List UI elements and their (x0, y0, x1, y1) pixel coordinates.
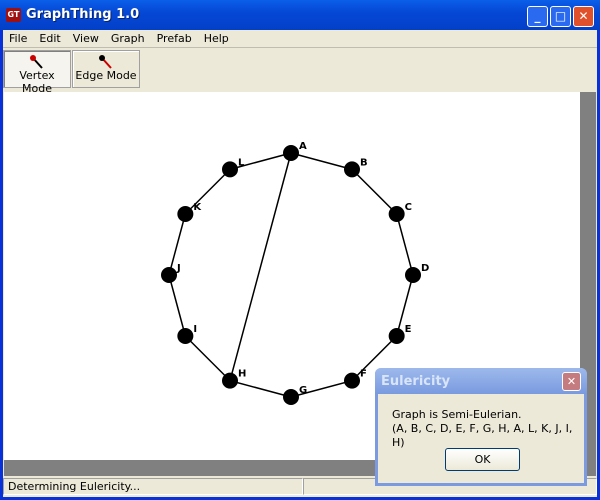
vertex-label-G: G (299, 385, 307, 396)
vertex-J[interactable] (161, 267, 177, 283)
dialog-line-2: (A, B, C, D, E, F, G, H, A, L, K, J, I, … (392, 422, 573, 449)
edge-C-D[interactable] (395, 213, 414, 276)
vertex-label-B: B (360, 157, 368, 168)
vertex-F[interactable] (344, 372, 360, 389)
vertex-label-I: I (193, 324, 197, 335)
vertex-I[interactable] (177, 328, 194, 344)
vertex-H[interactable] (222, 372, 238, 389)
edge-A-H[interactable] (229, 152, 292, 381)
edge-mode-button[interactable]: Edge Mode (72, 50, 140, 88)
menu-edit[interactable]: Edit (33, 30, 66, 47)
menu-prefab[interactable]: Prefab (151, 30, 198, 47)
edge-B-C[interactable] (351, 168, 398, 215)
vertex-label-L: L (238, 157, 245, 168)
title-bar[interactable]: GT GraphThing 1.0 _ □ ✕ (0, 0, 600, 30)
vertex-L[interactable] (222, 161, 238, 178)
vertex-label-K: K (193, 202, 202, 213)
edge-mode-icon (99, 55, 112, 69)
vertex-G[interactable] (283, 389, 299, 405)
vertex-D[interactable] (405, 267, 421, 283)
edge-H-I[interactable] (184, 335, 231, 382)
dialog-line-1: Graph is Semi-Eulerian. (392, 408, 522, 421)
minimize-button[interactable]: _ (527, 6, 548, 27)
vertex-label-H: H (238, 369, 246, 380)
toolbar: Vertex Mode Edge Mode (3, 50, 141, 95)
vertex-B[interactable] (344, 161, 360, 178)
edge-A-B[interactable] (290, 152, 353, 171)
edge-mode-label: Edge Mode (75, 69, 137, 82)
dialog-title: Eulericity (375, 368, 587, 394)
menu-view[interactable]: View (67, 30, 105, 47)
app-icon: GT (6, 8, 21, 22)
eulericity-dialog: Eulericity ✕ Graph is Semi-Eulerian. (A,… (375, 368, 587, 486)
vertex-mode-icon (30, 55, 43, 69)
vertex-label-F: F (360, 369, 367, 380)
menu-help[interactable]: Help (198, 30, 235, 47)
vertex-A[interactable] (283, 145, 299, 161)
vertex-label-J: J (176, 263, 181, 274)
vertex-label-A: A (299, 141, 307, 152)
menu-graph[interactable]: Graph (105, 30, 151, 47)
vertex-mode-button[interactable]: Vertex Mode (3, 50, 71, 95)
window-title: GraphThing 1.0 (26, 7, 140, 22)
edge-I-J[interactable] (168, 274, 187, 337)
close-button[interactable]: ✕ (573, 6, 594, 27)
status-text: Determining Eulericity... (3, 478, 303, 495)
vertex-label-D: D (421, 263, 429, 274)
dialog-close-button[interactable]: ✕ (562, 372, 581, 391)
edge-K-L[interactable] (184, 168, 231, 215)
vertex-E[interactable] (388, 328, 405, 344)
dialog-message: Graph is Semi-Eulerian. (A, B, C, D, E, … (392, 408, 584, 450)
edge-G-H[interactable] (229, 379, 292, 398)
vertex-K[interactable] (177, 206, 194, 222)
vertex-C[interactable] (388, 206, 405, 222)
vertex-label-C: C (405, 202, 412, 213)
maximize-button[interactable]: □ (550, 6, 571, 27)
vertex-label-E: E (405, 324, 412, 335)
menu-bar: File Edit View Graph Prefab Help (3, 30, 597, 48)
menu-file[interactable]: File (3, 30, 33, 47)
ok-button[interactable]: OK (445, 448, 520, 471)
